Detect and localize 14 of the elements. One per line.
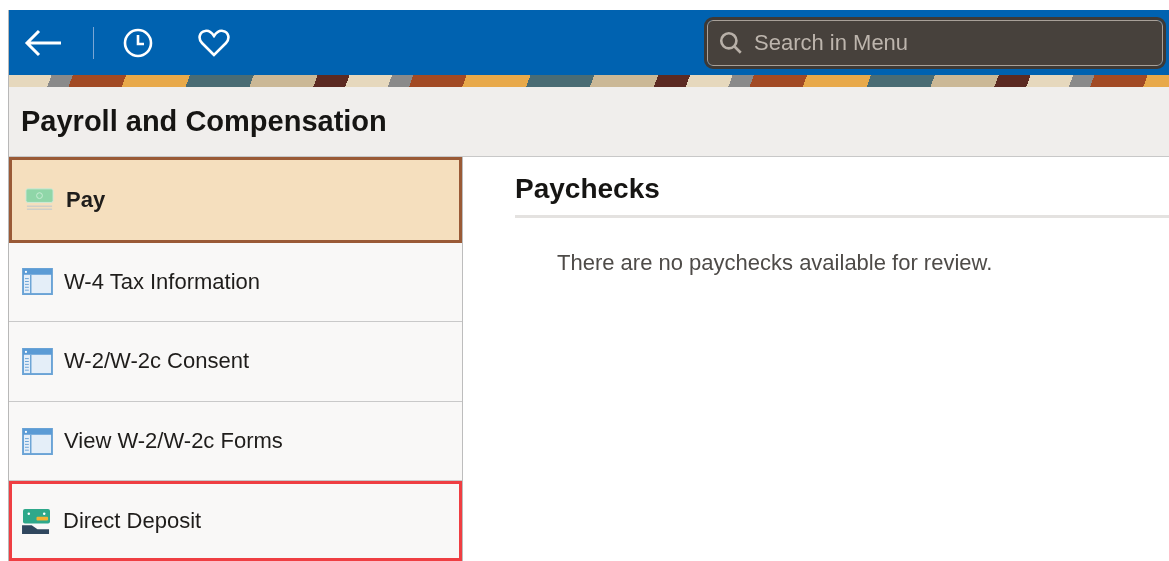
page-title: Payroll and Compensation xyxy=(21,105,387,138)
back-arrow-icon[interactable] xyxy=(23,27,63,58)
empty-message: There are no paychecks available for review. xyxy=(557,250,994,276)
section-heading: Paychecks xyxy=(515,173,1169,218)
form-window-icon xyxy=(22,268,53,296)
form-window-icon xyxy=(22,427,53,455)
money-hand-icon xyxy=(21,507,52,535)
search-field[interactable]: Search in Menu xyxy=(707,19,1163,66)
form-window-icon xyxy=(22,348,53,375)
menu-item[interactable]: Pay xyxy=(9,157,462,243)
search-icon xyxy=(718,29,744,56)
heart-icon[interactable] xyxy=(198,27,230,58)
menu-item[interactable]: Direct Deposit xyxy=(9,481,462,561)
clock-icon[interactable] xyxy=(122,26,154,59)
